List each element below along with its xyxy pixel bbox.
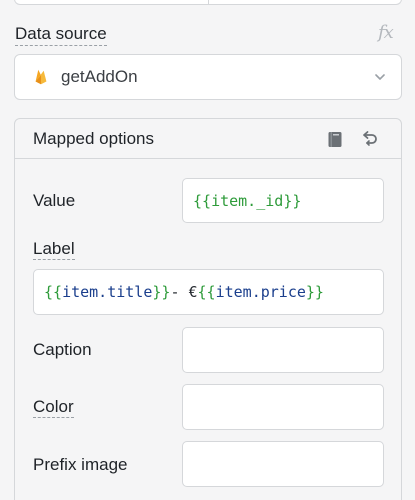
value-input[interactable]: {{ item._id }} xyxy=(182,178,384,223)
label-separator: - € xyxy=(170,283,198,301)
value-open-brace: {{ xyxy=(193,191,212,210)
label-label: Label xyxy=(33,239,75,260)
label-open-brace: {{ xyxy=(44,283,63,301)
label-expr-price: item.price xyxy=(215,283,306,301)
value-expr: item._id xyxy=(211,191,284,210)
label-input[interactable]: {{ item.title }} - €{{item.price}} xyxy=(33,269,384,315)
color-label: Color xyxy=(33,397,74,418)
data-source-value: getAddOn xyxy=(61,67,138,86)
value-close-brace: }} xyxy=(283,191,302,210)
label-expr-title: item.title xyxy=(62,283,153,301)
mapped-options-header: Mapped options xyxy=(15,119,401,159)
undo-icon[interactable] xyxy=(360,130,378,148)
label-close-brace: }} xyxy=(152,283,171,301)
data-source-select[interactable]: getAddOn xyxy=(14,54,402,100)
previous-field-stub xyxy=(14,0,402,5)
book-icon[interactable] xyxy=(327,131,343,148)
data-source-label: Data source xyxy=(15,24,107,46)
mapped-options-title: Mapped options xyxy=(33,128,154,148)
label-close-brace-2: }} xyxy=(305,283,324,301)
prefix-image-input[interactable] xyxy=(182,441,384,487)
mapped-options-panel: Mapped options Value {{ item._id }} Labe… xyxy=(14,118,402,500)
prefix-image-label: Prefix image xyxy=(33,455,128,474)
color-input[interactable] xyxy=(182,384,384,430)
value-label: Value xyxy=(33,191,76,210)
caption-input[interactable] xyxy=(182,327,384,373)
caption-label: Caption xyxy=(33,340,92,359)
firebase-flame-icon xyxy=(35,69,47,85)
chevron-down-icon xyxy=(375,74,385,80)
label-open-brace-2: {{ xyxy=(197,283,216,301)
fx-icon[interactable]: fx xyxy=(378,22,394,43)
